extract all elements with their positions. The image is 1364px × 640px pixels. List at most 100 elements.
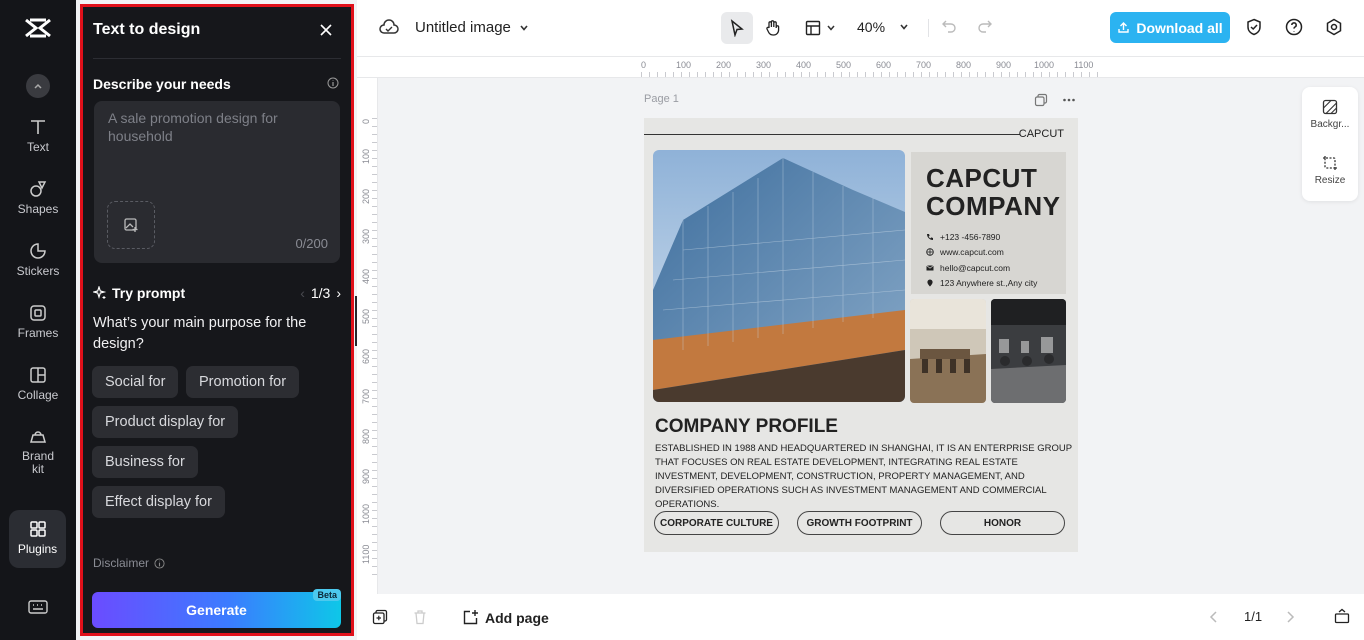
rail-item-frames[interactable]: Frames — [0, 304, 76, 340]
ruler-tick: 1100 — [361, 544, 371, 564]
undo-icon[interactable] — [941, 18, 957, 34]
office-photo-2[interactable] — [991, 299, 1066, 403]
rail-item-brand-kit[interactable]: Brand kit — [0, 428, 76, 476]
rail-item-plugins[interactable]: Plugins — [9, 510, 66, 568]
prompt-input[interactable] — [108, 109, 328, 189]
ruler-tick: 400 — [796, 60, 812, 70]
ruler-ticks — [372, 118, 377, 578]
ruler-tick: 600 — [876, 60, 892, 70]
settings-icon[interactable] — [1325, 18, 1343, 36]
chevron-right-icon[interactable] — [1285, 610, 1295, 624]
collapse-rail-button[interactable] — [26, 74, 50, 98]
collapse-pages-icon[interactable] — [1334, 608, 1350, 624]
prompt-question: What’s your main purpose for the design? — [93, 315, 307, 352]
rail-item-collage[interactable]: Collage — [0, 366, 76, 402]
chip-effect-display[interactable]: Effect display for — [92, 486, 225, 518]
page-label: Page 1 — [644, 93, 679, 105]
add-page-button[interactable]: Add page — [462, 609, 549, 626]
info-icon[interactable] — [327, 77, 339, 89]
shield-icon[interactable] — [1245, 18, 1263, 36]
resize-tool[interactable]: Resize — [1302, 155, 1358, 186]
workspace-image — [991, 299, 1066, 403]
building-photo[interactable] — [653, 150, 905, 402]
generate-button[interactable]: Generate Beta — [92, 589, 341, 628]
ruler-tick: 600 — [361, 348, 371, 364]
office-photo-1[interactable] — [910, 299, 986, 403]
rail-item-stickers[interactable]: Stickers — [0, 242, 76, 278]
layout-tool[interactable] — [801, 12, 839, 44]
ruler-tick: 700 — [916, 60, 932, 70]
download-all-button[interactable]: Download all — [1110, 12, 1230, 43]
toolbar-divider — [928, 19, 929, 37]
select-tool[interactable] — [721, 12, 753, 44]
corporate-culture-button[interactable]: CORPORATE CULTURE — [654, 511, 779, 535]
background-tool[interactable]: Backgr... — [1302, 99, 1358, 130]
info-icon — [154, 557, 165, 569]
rail-item-shapes[interactable]: Shapes — [0, 180, 76, 216]
ruler-tick: 800 — [361, 428, 371, 444]
chip-promotion[interactable]: Promotion for — [186, 366, 300, 398]
contact-address: 123 Anywhere st.,Any city — [926, 278, 1037, 288]
chevron-left-icon[interactable] — [1209, 610, 1219, 624]
chip-business[interactable]: Business for — [92, 446, 198, 478]
more-options-icon[interactable] — [1062, 93, 1076, 107]
chip-product-display[interactable]: Product display for — [92, 406, 239, 438]
panel-title: Text to design — [93, 21, 201, 38]
layers-icon[interactable] — [372, 609, 388, 625]
right-float-panel: Backgr... Resize — [1302, 87, 1358, 201]
ruler-tick: 900 — [996, 60, 1012, 70]
top-bar: Untitled image 40% Download all — [357, 0, 1364, 57]
rail-item-text[interactable]: Text — [0, 118, 76, 154]
document-title[interactable]: Untitled image — [415, 19, 529, 36]
text-to-design-panel: Text to design Describe your needs 0/200… — [80, 4, 354, 636]
location-pin-icon — [927, 279, 933, 287]
duplicate-page-icon[interactable] — [1034, 93, 1048, 107]
phone-icon — [927, 234, 933, 240]
text-icon — [31, 120, 45, 134]
email-text: hello@capcut.com — [940, 263, 1011, 273]
redo-icon[interactable] — [977, 18, 993, 34]
growth-footprint-button[interactable]: GROWTH FOOTPRINT — [797, 511, 922, 535]
ruler-tick: 200 — [361, 188, 371, 204]
disclaimer[interactable]: Disclaimer — [93, 556, 165, 570]
honor-button[interactable]: HONOR — [940, 511, 1065, 535]
plugins-icon — [29, 521, 46, 537]
contact-phone: +123 -456-7890 — [926, 232, 1000, 242]
ruler-tick: 100 — [676, 60, 692, 70]
hand-tool[interactable] — [757, 12, 789, 44]
capcut-logo-icon[interactable] — [24, 16, 52, 40]
close-icon[interactable] — [319, 23, 333, 37]
help-icon[interactable] — [1285, 18, 1303, 36]
cloud-save-icon[interactable] — [379, 19, 399, 37]
ruler-tick: 700 — [361, 388, 371, 404]
left-rail: Text Shapes Stickers Frames Collage Bran… — [0, 0, 76, 640]
hand-icon — [766, 20, 780, 36]
document-title-text: Untitled image — [415, 19, 511, 36]
building-image — [653, 150, 905, 402]
chevron-up-icon — [34, 83, 42, 89]
address-text: 123 Anywhere st.,Any city — [940, 278, 1038, 288]
keyboard-icon[interactable] — [28, 600, 48, 614]
prompt-pager: ‹ 1/3 › — [300, 285, 341, 301]
chip-social[interactable]: Social for — [92, 366, 179, 398]
ruler-tick: 0 — [641, 60, 647, 70]
image-upload-button[interactable] — [107, 201, 155, 249]
pointer-icon — [730, 19, 744, 37]
delete-icon[interactable] — [412, 609, 428, 625]
chevron-right-icon[interactable]: › — [336, 285, 341, 301]
page-tools — [1034, 93, 1076, 107]
bottom-bar: Add page 1/1 — [357, 594, 1364, 640]
brand-kit-icon — [30, 431, 46, 443]
company-info-box: CAPCUT COMPANY +123 -456-7890 www.capcut… — [911, 152, 1066, 294]
zoom-control[interactable]: 40% — [857, 19, 909, 35]
ruler-ticks — [641, 72, 1101, 77]
generate-label: Generate — [186, 602, 247, 618]
company-name-line2: COMPANY — [926, 191, 1061, 221]
rail-item-label: Brand kit — [21, 449, 55, 476]
ruler-tick: 100 — [361, 148, 371, 164]
chevron-left-icon[interactable]: ‹ — [300, 285, 305, 301]
ruler-tick: 0 — [361, 118, 371, 124]
design-canvas[interactable]: CAPCUT CAPCUT COMPANY +123 -456-7890 www… — [644, 118, 1078, 552]
sparkle-icon — [93, 286, 107, 299]
chevron-down-icon — [900, 24, 908, 30]
